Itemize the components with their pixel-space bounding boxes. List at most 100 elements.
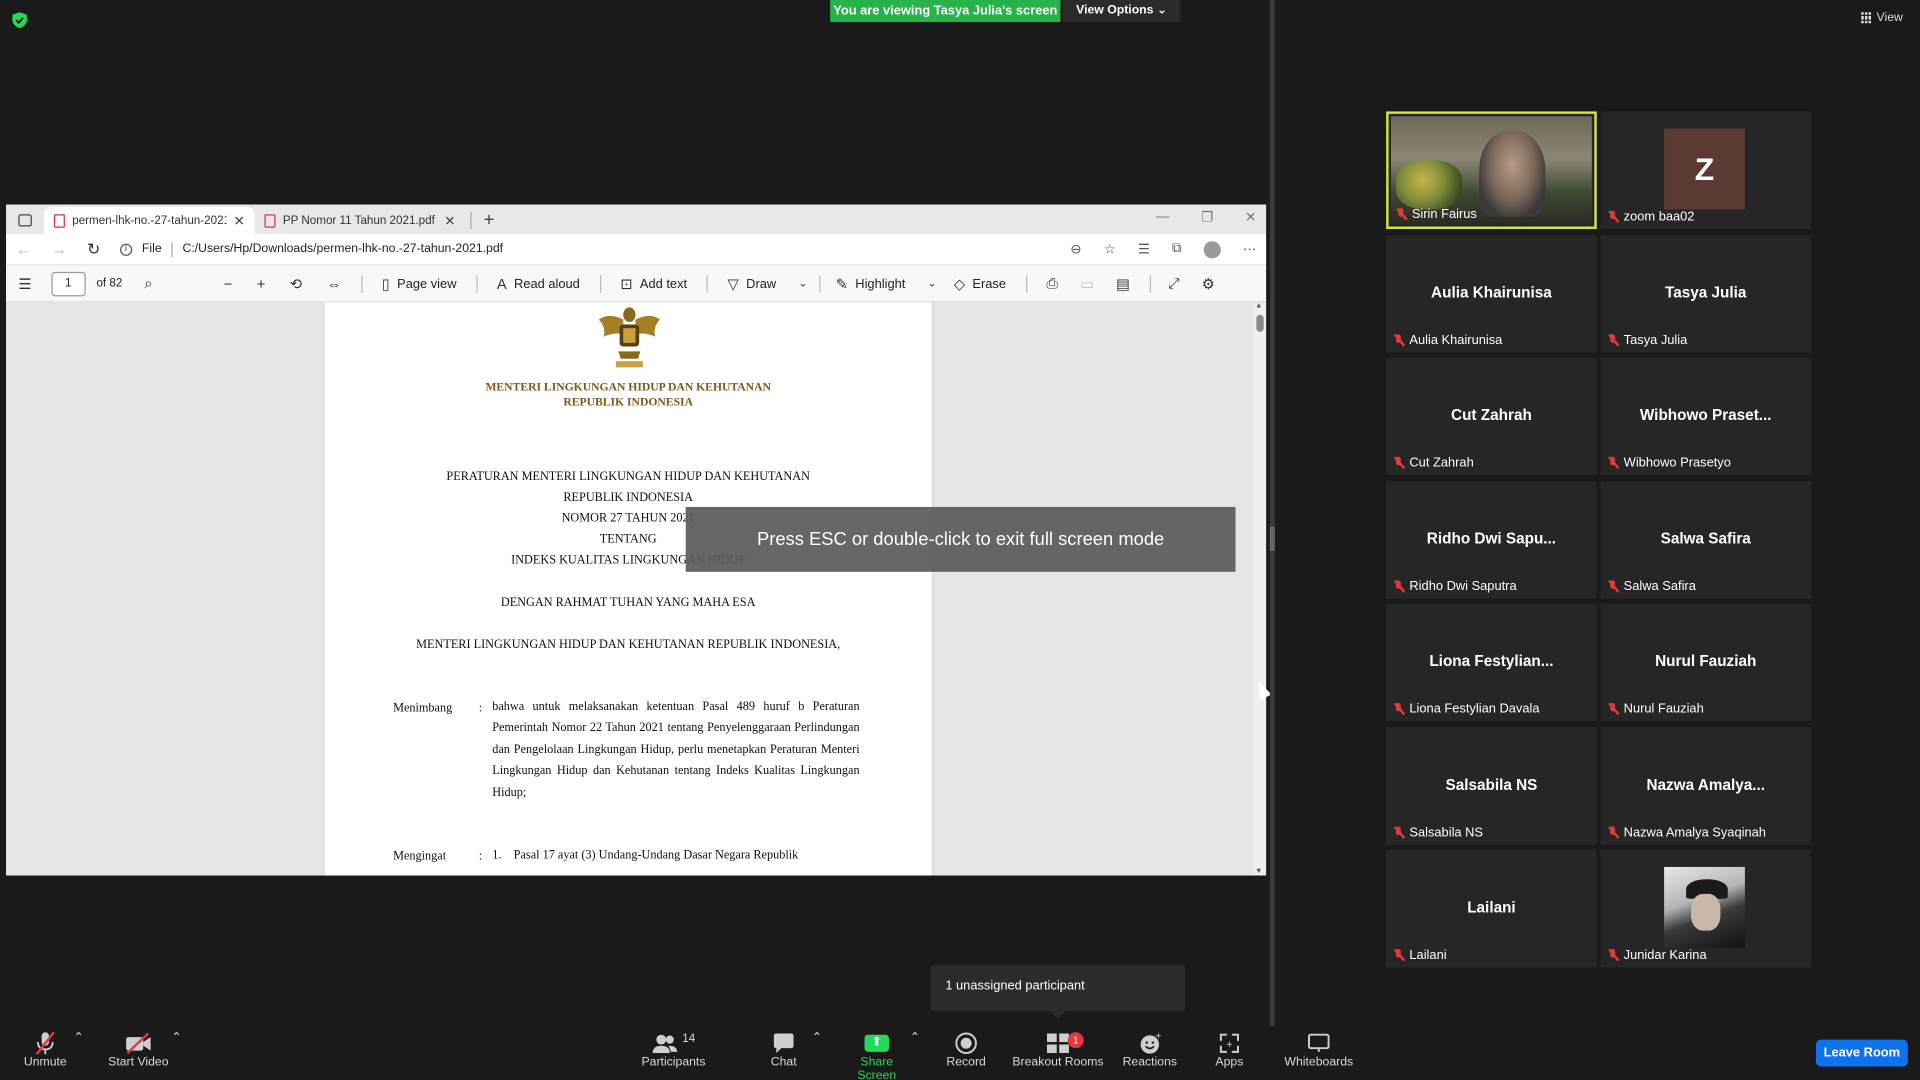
page-number-input[interactable]: 1 bbox=[51, 271, 86, 296]
participant-tile[interactable]: Nurul Fauziah Nurul Fauziah bbox=[1600, 603, 1812, 722]
favorite-star-icon[interactable]: ☆ bbox=[1104, 241, 1116, 257]
add-text-button[interactable]: ⊡ Add text bbox=[620, 275, 687, 292]
meeting-toolbar: Unmute ⌃ Start Video ⌃ 14 Participants C… bbox=[0, 1026, 1920, 1080]
tab-permen-lhk[interactable]: permen-lhk-no.-27-tahun-2021.pdf ✕ bbox=[44, 206, 255, 234]
participant-tile[interactable]: Nazwa Amalya... Nazwa Amalya Syaqinah bbox=[1600, 726, 1812, 845]
save-icon[interactable]: ▭ bbox=[1080, 275, 1094, 292]
participant-name-label: Wibhowo Prasetyo bbox=[1608, 456, 1731, 470]
participant-tile[interactable]: Ridho Dwi Sapu... Ridho Dwi Saputra bbox=[1386, 480, 1597, 599]
forward-arrow-icon[interactable]: → bbox=[51, 240, 67, 258]
restore-icon[interactable]: ❐ bbox=[1201, 209, 1213, 226]
rotate-icon[interactable]: ⟲ bbox=[290, 275, 302, 292]
start-video-button[interactable]: Start Video bbox=[105, 1031, 171, 1069]
participants-button[interactable]: 14 Participants bbox=[639, 1031, 708, 1069]
unassigned-tooltip: 1 unassigned participant bbox=[930, 964, 1186, 1019]
chat-button[interactable]: Chat bbox=[764, 1031, 803, 1069]
participant-tile[interactable]: Tasya Julia Tasya Julia bbox=[1600, 234, 1812, 353]
participant-tile[interactable]: Cut Zahrah Cut Zahrah bbox=[1386, 357, 1597, 476]
view-button[interactable]: View bbox=[1860, 11, 1903, 24]
microphone-muted-icon bbox=[1393, 702, 1404, 715]
settings-gear-icon[interactable]: ⚙ bbox=[1202, 275, 1215, 292]
leave-room-button[interactable]: Leave Room bbox=[1815, 1039, 1908, 1067]
draw-button[interactable]: ▽ Draw ⌄ bbox=[728, 275, 808, 292]
favorites-list-icon[interactable]: ☰ bbox=[1138, 241, 1150, 257]
fullscreen-icon[interactable]: ⤢ bbox=[1168, 274, 1180, 292]
tab-pp-nomor-11[interactable]: PP Nomor 11 Tahun 2021.pdf ✕ bbox=[255, 207, 466, 234]
participant-name-label: Lailani bbox=[1393, 948, 1447, 962]
participant-tile[interactable]: Salsabila NS Salsabila NS bbox=[1386, 726, 1597, 845]
participant-tile[interactable]: Zzoom baa02 bbox=[1600, 111, 1812, 229]
participant-tile[interactable]: Aulia Khairunisa Aulia Khairunisa bbox=[1386, 234, 1597, 353]
more-menu-icon[interactable]: ⋯ bbox=[1243, 241, 1256, 257]
url-field[interactable]: i File C:/Users/Hp/Downloads/permen-lhk-… bbox=[119, 241, 1051, 257]
new-tab-icon[interactable]: + bbox=[476, 209, 501, 233]
contents-list-icon[interactable]: ☰ bbox=[18, 275, 31, 292]
draw-pen-icon: ▽ bbox=[727, 274, 739, 293]
reactions-button[interactable]: + Reactions bbox=[1122, 1031, 1178, 1069]
tab-actions-icon[interactable] bbox=[18, 214, 32, 227]
unmute-button[interactable]: Unmute bbox=[17, 1031, 73, 1069]
scroll-up-icon[interactable]: ▲ bbox=[1255, 302, 1262, 309]
close-tab-icon[interactable]: ✕ bbox=[444, 212, 455, 229]
back-arrow-icon[interactable]: ← bbox=[16, 240, 32, 258]
toolbar-divider bbox=[706, 274, 708, 293]
pdf-scrollbar[interactable]: ▲ ▼ bbox=[1253, 302, 1267, 876]
microphone-muted-icon bbox=[1393, 456, 1404, 469]
divider-grip[interactable] bbox=[1269, 526, 1275, 552]
microphone-muted-icon bbox=[1396, 208, 1407, 220]
zoom-out-minus-icon[interactable]: − bbox=[224, 275, 233, 292]
chevron-down-icon[interactable]: ⌄ bbox=[798, 277, 807, 290]
erase-button[interactable]: ◇ Erase bbox=[954, 275, 1006, 292]
chevron-down-icon[interactable]: ⌄ bbox=[927, 277, 936, 290]
minimize-icon[interactable]: — bbox=[1156, 209, 1169, 225]
microphone-muted-icon bbox=[1608, 825, 1619, 838]
fit-width-icon[interactable]: ⇔ bbox=[327, 275, 342, 292]
breakout-rooms-button[interactable]: Breakout Rooms bbox=[1011, 1031, 1104, 1069]
menimbang-label: Menimbang bbox=[393, 701, 453, 716]
close-window-icon[interactable]: ✕ bbox=[1245, 209, 1256, 226]
participant-tile[interactable]: Lailani Lailani bbox=[1386, 849, 1597, 968]
participant-name-label: Salwa Safira bbox=[1608, 579, 1696, 593]
video-options-chevron-icon[interactable]: ⌃ bbox=[171, 1031, 181, 1044]
collections-icon[interactable]: ⧉ bbox=[1172, 241, 1182, 257]
profile-avatar[interactable] bbox=[1203, 240, 1221, 258]
view-options-button[interactable]: View Options ⌄ bbox=[1062, 0, 1181, 23]
record-button[interactable]: Record bbox=[944, 1031, 988, 1069]
print-icon[interactable]: ⎙ bbox=[1046, 274, 1058, 292]
participant-name-label: zoom baa02 bbox=[1608, 209, 1694, 224]
split-divider[interactable] bbox=[1269, 0, 1275, 1027]
toolbar-divider bbox=[1149, 274, 1151, 293]
read-aloud-button[interactable]: A Read aloud bbox=[497, 275, 580, 292]
save-as-icon[interactable]: ▤ bbox=[1116, 275, 1130, 292]
participant-tile[interactable]: Salwa Safira Salwa Safira bbox=[1600, 480, 1812, 599]
zoom-in-plus-icon[interactable]: + bbox=[257, 275, 266, 292]
zoom-out-icon[interactable]: ⊖ bbox=[1070, 241, 1081, 257]
whiteboards-button[interactable]: Whiteboards bbox=[1281, 1031, 1357, 1069]
breakout-rooms-icon bbox=[1011, 1031, 1104, 1055]
highlight-button[interactable]: ✎ Highlight ⌄ bbox=[836, 275, 937, 292]
scroll-down-icon[interactable]: ▼ bbox=[1255, 868, 1262, 875]
apps-button[interactable]: + Apps bbox=[1212, 1031, 1246, 1069]
chat-options-chevron-icon[interactable]: ⌃ bbox=[812, 1031, 822, 1044]
participant-tile[interactable]: Sirin Fairus bbox=[1386, 111, 1597, 229]
participant-name-label: Tasya Julia bbox=[1608, 332, 1687, 347]
microphone-muted-icon bbox=[1608, 948, 1619, 961]
record-icon bbox=[944, 1031, 988, 1055]
audio-options-chevron-icon[interactable]: ⌃ bbox=[73, 1031, 83, 1044]
page-view-icon: ▯ bbox=[381, 274, 390, 293]
page-view-button[interactable]: ▯ Page view bbox=[382, 275, 457, 292]
mengingat-label: Mengingat bbox=[393, 849, 447, 864]
search-icon[interactable]: ⌕ bbox=[144, 274, 152, 292]
participant-tile[interactable]: Wibhowo Praset... Wibhowo Prasetyo bbox=[1600, 357, 1812, 476]
scrollbar-thumb[interactable] bbox=[1256, 314, 1264, 332]
share-screen-button[interactable]: ⬆ Share Screen bbox=[840, 1031, 913, 1080]
participant-tile[interactable]: Junidar Karina bbox=[1600, 849, 1812, 968]
pdf-viewer[interactable]: MENTERI LINGKUNGAN HIDUP DAN KEHUTANAN R… bbox=[6, 302, 1258, 876]
share-options-chevron-icon[interactable]: ⌃ bbox=[910, 1031, 920, 1044]
reload-icon[interactable]: ↻ bbox=[87, 239, 100, 259]
microphone-muted-icon bbox=[1393, 579, 1404, 592]
participant-tile[interactable]: Liona Festylian... Liona Festylian Davala bbox=[1386, 603, 1597, 722]
mengingat-text: 1. Pasal 17 ayat (3) Undang-Undang Dasar… bbox=[492, 848, 799, 863]
close-tab-icon[interactable]: ✕ bbox=[234, 212, 245, 229]
info-icon[interactable]: i bbox=[119, 243, 133, 256]
